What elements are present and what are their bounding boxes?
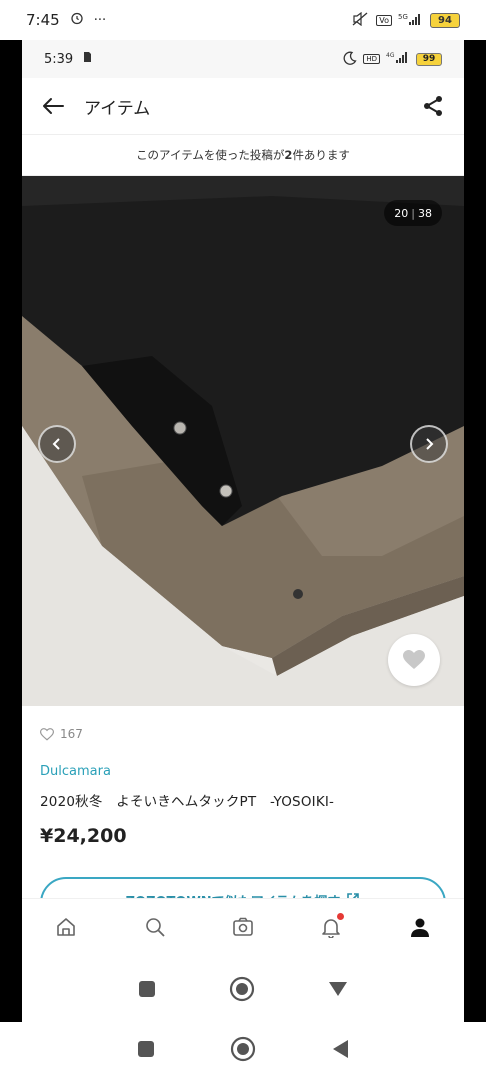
user-icon (410, 918, 429, 937)
outer-back-button[interactable] (331, 1039, 349, 1063)
product-image-carousel[interactable]: 20 | 38 (22, 176, 464, 706)
tab-search[interactable] (135, 907, 175, 947)
more-icon: ··· (93, 12, 107, 28)
home-circle-icon (229, 976, 255, 1002)
inner-status-time: 5:39 (44, 51, 74, 67)
triangle-down-icon (328, 982, 347, 996)
chevron-left-icon (52, 438, 60, 450)
moon-icon (343, 51, 357, 68)
notice-count: 2 (284, 148, 293, 162)
mute-icon (352, 11, 370, 29)
counter-total: 38 (418, 206, 432, 220)
recents-button[interactable] (138, 980, 156, 1002)
share-icon (424, 96, 442, 116)
product-photo (22, 176, 464, 706)
square-icon (139, 981, 156, 997)
page-title: アイテム (84, 98, 151, 119)
back-nav-button[interactable] (328, 981, 348, 1001)
camera-icon (233, 917, 253, 936)
counter-current: 20 (394, 206, 409, 220)
volte-icon: HD (363, 54, 380, 64)
outer-recents-button[interactable] (137, 1040, 155, 1062)
square-icon (138, 1041, 155, 1057)
chevron-right-icon (426, 438, 434, 450)
back-button[interactable] (38, 91, 68, 121)
tab-profile[interactable] (400, 907, 440, 947)
alarm-icon (70, 11, 84, 29)
home-button[interactable] (229, 976, 255, 1006)
svg-text:5G: 5G (398, 13, 408, 21)
notice-prefix: このアイテムを使った投稿が (136, 148, 285, 162)
outer-navigation-bar (0, 1022, 486, 1080)
brand-link[interactable]: Dulcamara (40, 764, 446, 779)
battery-icon: 94 (430, 12, 460, 28)
item-info: 167 Dulcamara 2020秋冬 よそいきヘムタックPT -YOSOIK… (22, 706, 464, 929)
likes-count: 167 (60, 727, 83, 741)
sim-icon (83, 51, 92, 67)
item-price: ¥24,200 (40, 825, 127, 847)
heart-outline-icon (40, 727, 54, 741)
item-name: 2020秋冬 よそいきヘムタックPT -YOSOIKI- (40, 794, 335, 810)
5g-signal-icon: 5G (398, 12, 424, 29)
likes-row[interactable]: 167 (40, 724, 446, 744)
home-circle-icon (230, 1036, 256, 1062)
outer-status-time: 7:45 (26, 11, 60, 29)
outer-home-button[interactable] (230, 1036, 256, 1066)
image-counter: 20 | 38 (384, 200, 442, 226)
inner-navigation-bar (22, 960, 464, 1022)
tab-notifications[interactable] (311, 907, 351, 947)
arrow-left-icon (43, 98, 64, 114)
network-label: 4G (386, 52, 395, 59)
mirrored-screen: 5:39 HD 4G 99 アイテム このアイテムを使った投稿が2件あります (22, 40, 464, 1022)
outer-status-bar: 7:45 ··· Vo 5G 94 (0, 0, 486, 40)
share-button[interactable] (418, 91, 448, 121)
counter-divider: | (411, 206, 415, 220)
home-icon (57, 917, 75, 936)
outer-battery-level: 94 (438, 14, 452, 26)
notice-suffix: 件あります (292, 148, 350, 162)
search-icon (145, 917, 165, 937)
triangle-left-icon (332, 1040, 348, 1058)
prev-image-button[interactable] (38, 425, 76, 463)
signal-icon: 4G (386, 51, 410, 67)
app-header: アイテム (22, 78, 464, 134)
tab-camera[interactable] (223, 907, 263, 947)
favorite-button[interactable] (388, 634, 440, 686)
inner-battery-level: 99 (422, 54, 436, 64)
bottom-tab-bar (22, 898, 464, 954)
battery-icon: 99 (416, 52, 442, 66)
posts-notice[interactable]: このアイテムを使った投稿が 2 件あります (22, 134, 464, 176)
volte-icon: Vo (376, 14, 392, 26)
inner-status-bar: 5:39 HD 4G 99 (22, 40, 464, 78)
heart-icon (403, 650, 425, 669)
tab-home[interactable] (46, 907, 86, 947)
next-image-button[interactable] (410, 425, 448, 463)
notification-dot (337, 912, 345, 920)
